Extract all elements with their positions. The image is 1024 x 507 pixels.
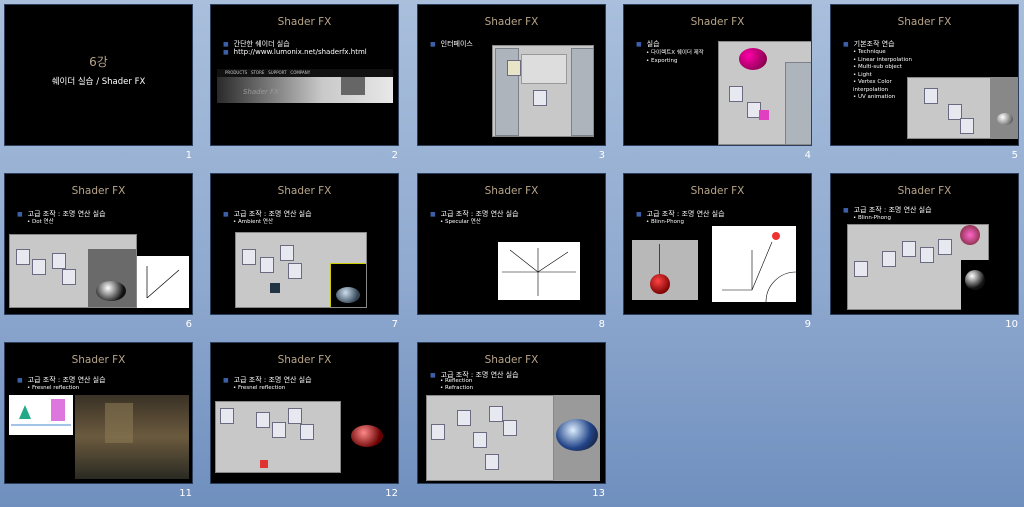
slide-number-1: 1: [185, 150, 192, 161]
interface-screenshot: [492, 45, 594, 137]
slide-5-sub-2: Linear interpolation: [853, 57, 913, 65]
slide-6-sub-1: Dot 연산: [27, 218, 54, 226]
slide-number-2: 2: [391, 150, 398, 161]
banner-logo-text: Shader FX: [243, 88, 279, 96]
slide-12-title: Shader FX: [277, 354, 332, 366]
blinn-phong-diagram: [712, 226, 797, 303]
slide-8-title: Shader FX: [484, 185, 539, 197]
slide-thumbnail-6[interactable]: Shader FX 고급 조작 : 조명 연산 실습 Dot 연산: [4, 173, 193, 315]
slide-5-sub-5: Vertex Color interpolation: [853, 79, 913, 94]
slide-5-sub-6: UV animation: [853, 94, 913, 102]
slide-thumbnail-3[interactable]: Shader FX 인터페이스: [417, 4, 606, 146]
slide-10-title: Shader FX: [897, 185, 952, 197]
slide-5-sub-3: Multi-sub object: [853, 64, 913, 72]
slide-7-title: Shader FX: [277, 185, 332, 197]
fresnel-screenshot: [215, 401, 341, 473]
slide-8-sub-1: Specular 연산: [440, 218, 481, 226]
chrome-teapot-render: [554, 395, 600, 481]
teapot-render: [991, 77, 1018, 139]
slide-thumbnail-5[interactable]: Shader FX 기본조작 연습 Technique Linear inter…: [830, 4, 1019, 146]
dot-op-screenshot: [9, 234, 137, 308]
slide-thumbnail-7[interactable]: Shader FX 고급 조작 : 조명 연산 실습 Ambient 연산: [210, 173, 399, 315]
slide-9-sub-1: Blinn-Phong: [646, 218, 684, 226]
website-banner-image: PRODUCTS STORE SUPPORT COMPANY Shader FX: [217, 69, 393, 103]
slide-thumbnail-9[interactable]: Shader FX 고급 조작 : 조명 연산 실습 Blinn-Phong: [623, 173, 812, 315]
banner-nav-company: COMPANY: [290, 70, 311, 75]
slide-11-sub-1: Fresnel reflection: [27, 384, 79, 392]
slide-13-title: Shader FX: [484, 354, 539, 366]
red-teapot-render: [341, 401, 397, 473]
slide-5-bullet-1: 기본조작 연습: [843, 39, 895, 49]
sphere-render: [961, 260, 989, 310]
slide-2-title: Shader FX: [277, 16, 332, 28]
basic-ops-screenshot: [907, 77, 991, 139]
slide-4-sub-2: Exporting: [646, 57, 704, 65]
exporting-screenshot: [718, 41, 811, 145]
slide-3-bullet-1: 인터페이스: [430, 39, 473, 49]
slide-thumbnail-4[interactable]: Shader FX 실습 다이렉트X 쉐이더 제작 Exporting: [623, 4, 812, 146]
slide-number-10: 10: [1005, 319, 1018, 330]
slide-13-sub-2: Refraction: [440, 385, 473, 392]
slide-9-title: Shader FX: [690, 185, 745, 197]
slide-13-sub-1: Reflection: [440, 378, 473, 385]
slide-thumbnail-10[interactable]: Shader FX 고급 조작 : 조명 연산 실습 Blinn-Phong: [830, 173, 1019, 315]
slide-thumbnail-8[interactable]: Shader FX 고급 조작 : 조명 연산 실습 Specular 연산: [417, 173, 606, 315]
banner-nav-products: PRODUCTS: [225, 70, 248, 75]
slide-number-6: 6: [185, 319, 192, 330]
vector-diagram: [137, 256, 189, 308]
specular-diagram: [498, 242, 580, 300]
slide-12-sub-1: Fresnel reflection: [233, 384, 285, 392]
ambient-op-screenshot: [235, 232, 367, 308]
slide-thumbnail-2[interactable]: Shader FX 간단한 쉐이더 실습 http://www.lumonix.…: [210, 4, 399, 146]
slide-number-9: 9: [804, 319, 811, 330]
slide-11-title: Shader FX: [71, 354, 126, 366]
slide-number-4: 4: [804, 150, 811, 161]
slide-number-7: 7: [391, 319, 398, 330]
slide-1-subtitle: 쉐이더 실습 / Shader FX: [51, 77, 146, 87]
slide-number-3: 3: [598, 150, 605, 161]
banner-nav-support: SUPPORT: [268, 70, 287, 75]
slide-number-8: 8: [598, 319, 605, 330]
banner-nav-store: STORE: [250, 70, 265, 75]
blinn-phong-render: [632, 240, 698, 300]
slide-7-sub-1: Ambient 연산: [233, 218, 273, 226]
slide-4-title: Shader FX: [690, 16, 745, 28]
slide-number-5: 5: [1011, 150, 1018, 161]
slide-4-bullet-1: 실습: [636, 39, 660, 49]
slide-thumbnail-1[interactable]: 6강 쉐이더 실습 / Shader FX: [4, 4, 193, 146]
slide-number-11: 11: [179, 488, 192, 499]
slide-5-sub-4: Light: [853, 72, 913, 80]
slide-1-title: 6강: [89, 55, 108, 69]
slide-6-title: Shader FX: [71, 185, 126, 197]
slide-thumbnail-12[interactable]: Shader FX 고급 조작 : 조명 연산 실습 Fresnel refle…: [210, 342, 399, 484]
slide-2-bullet-2: http://www.lumonix.net/shaderfx.html: [223, 48, 367, 56]
slide-number-12: 12: [385, 488, 398, 499]
game-scene-image: [75, 395, 189, 479]
reflection-screenshot: [426, 395, 554, 481]
slide-number-13: 13: [592, 488, 605, 499]
slide-thumbnail-13[interactable]: Shader FX 고급 조작 : 조명 연산 실습 Reflection Re…: [417, 342, 606, 484]
slide-5-sub-1: Technique: [853, 49, 913, 57]
slide-5-title: Shader FX: [897, 16, 952, 28]
fresnel-diagram: [9, 395, 73, 435]
slide-thumbnail-11[interactable]: Shader FX 고급 조작 : 조명 연산 실습 Fresnel refle…: [4, 342, 193, 484]
slide-4-sub-1: 다이렉트X 쉐이더 제작: [646, 49, 704, 57]
slide-3-title: Shader FX: [484, 16, 539, 28]
slide-10-sub-1: Blinn-Phong: [853, 214, 891, 222]
